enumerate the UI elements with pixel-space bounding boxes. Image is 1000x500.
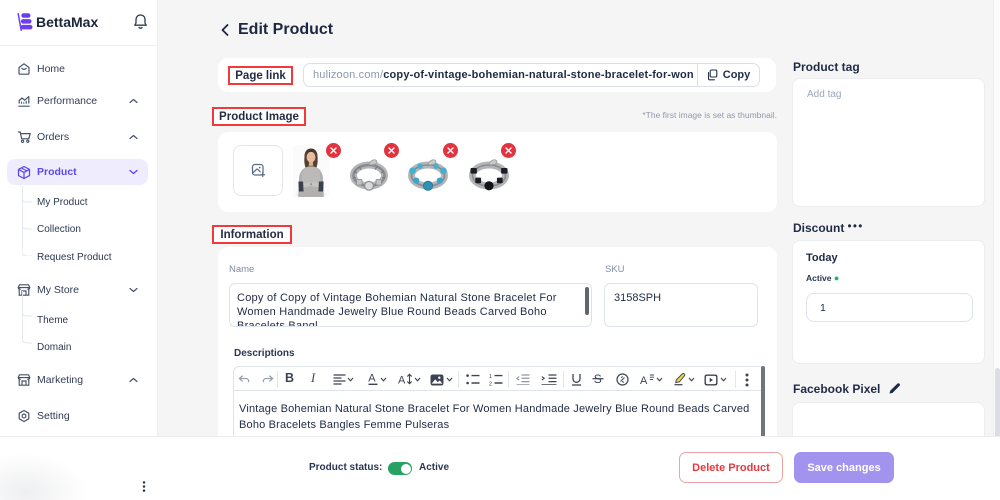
svg-text:A: A — [640, 375, 648, 385]
svg-text:A: A — [368, 373, 376, 385]
svg-text:2: 2 — [489, 382, 492, 387]
svg-text:1: 1 — [489, 374, 492, 380]
svg-text:A: A — [398, 375, 406, 386]
